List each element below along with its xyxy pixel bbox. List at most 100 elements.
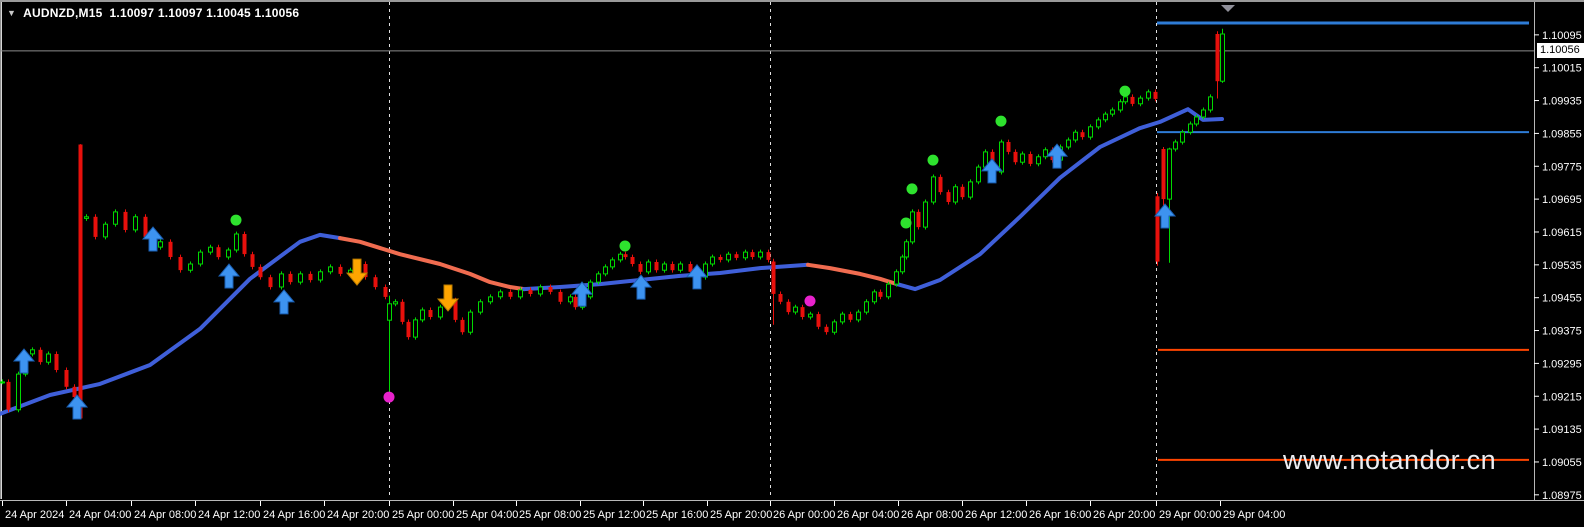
candle-bearish xyxy=(400,301,405,322)
x-axis-label: 26 Apr 08:00 xyxy=(901,509,963,521)
candle-bearish xyxy=(778,294,783,302)
candle-bullish xyxy=(1138,97,1143,105)
candle-bullish xyxy=(832,321,837,333)
watermark-text: www.notandor.cn xyxy=(1283,445,1497,475)
candle-bullish xyxy=(393,301,398,305)
y-axis-label: 1.09135 xyxy=(1542,424,1582,436)
candle-bullish xyxy=(1201,109,1206,118)
candle-bullish xyxy=(103,223,108,238)
y-axis-label: 1.09455 xyxy=(1542,293,1582,305)
candle-bearish xyxy=(1080,132,1085,138)
candle-bullish xyxy=(1173,141,1178,150)
candle-bearish xyxy=(1028,154,1033,164)
green-dot-signal-icon xyxy=(900,217,912,229)
candle-bearish xyxy=(638,264,643,272)
candle-bullish xyxy=(0,381,5,384)
candle-bullish xyxy=(968,181,973,198)
candle-bullish xyxy=(596,273,601,283)
candle-bearish xyxy=(824,326,829,333)
candle-bullish xyxy=(1020,153,1025,163)
candle-bearish xyxy=(242,234,247,255)
y-axis-label: 1.09615 xyxy=(1542,227,1582,239)
mt4-chart-window: ▼ AUDNZD,M15 1.10097 1.10097 1.10045 1.10… xyxy=(0,0,1584,527)
green-dot-signal-icon xyxy=(1119,85,1131,97)
candle-bullish xyxy=(208,246,213,253)
green-dot-signal-icon xyxy=(906,183,918,195)
candle-bearish xyxy=(38,349,43,363)
candle-bearish xyxy=(78,144,83,419)
candle-bullish xyxy=(999,141,1004,173)
candle-bearish xyxy=(938,176,943,193)
candle-bearish xyxy=(1013,151,1018,163)
candle-bullish xyxy=(618,253,623,261)
candle-bullish xyxy=(678,263,683,271)
candle-bullish xyxy=(662,263,667,271)
current-price-tag: 1.10056 xyxy=(1537,43,1584,58)
candle-bearish xyxy=(72,386,77,398)
candle-bearish xyxy=(216,247,221,258)
candle-bullish xyxy=(793,306,798,313)
buy-signal-arrow-icon xyxy=(1045,143,1069,169)
candle-bullish xyxy=(900,256,905,273)
candle-bullish xyxy=(279,273,284,288)
candle-bearish xyxy=(64,370,69,387)
moving-average-blue xyxy=(895,107,1224,292)
candle-bullish xyxy=(518,289,523,298)
x-axis-label: 26 Apr 16:00 xyxy=(1029,509,1091,521)
candle-bearish xyxy=(178,257,183,271)
candle-bearish xyxy=(93,216,98,237)
moving-average-orange xyxy=(806,262,899,287)
candle-bullish xyxy=(498,291,503,298)
candle-bullish xyxy=(610,259,615,268)
y-axis-label: 1.10015 xyxy=(1542,63,1582,75)
candle-bullish xyxy=(1208,96,1213,111)
x-axis-label: 25 Apr 12:00 xyxy=(583,509,645,521)
green-dot-signal-icon xyxy=(927,154,939,166)
candle-bullish xyxy=(113,211,118,225)
y-axis-label: 1.09295 xyxy=(1542,358,1582,370)
y-axis-label: 1.09695 xyxy=(1542,194,1582,206)
candle-bullish xyxy=(710,256,715,265)
x-axis-label: 26 Apr 20:00 xyxy=(1093,509,1155,521)
candle-bearish xyxy=(946,192,951,202)
candle-bearish xyxy=(558,291,563,302)
symbol-dropdown-icon[interactable]: ▼ xyxy=(7,8,16,18)
candle-bullish xyxy=(84,216,89,219)
x-axis-label: 26 Apr 00:00 xyxy=(773,509,835,521)
y-axis-label: 1.09935 xyxy=(1542,96,1582,108)
candle-bearish xyxy=(623,254,628,258)
candle-bullish xyxy=(588,281,593,298)
y-axis-label: 1.10095 xyxy=(1542,30,1582,42)
candle-bullish xyxy=(1167,148,1172,200)
candle-bearish xyxy=(288,273,293,283)
ohlc-values: 1.10097 1.10097 1.10045 1.10056 xyxy=(109,6,300,20)
candle-bearish xyxy=(460,319,465,333)
candle-bullish xyxy=(1096,119,1101,128)
candle-bullish xyxy=(923,201,928,228)
candle-bullish xyxy=(910,211,915,243)
candle-bearish xyxy=(916,211,921,228)
y-axis-label: 1.09775 xyxy=(1542,161,1582,173)
candle-bearish xyxy=(718,257,723,260)
candle-bullish xyxy=(298,273,303,283)
x-axis-label: 24 Apr 20:00 xyxy=(327,509,389,521)
x-axis-label: 26 Apr 04:00 xyxy=(837,509,899,521)
candle-bearish xyxy=(1155,196,1160,262)
buy-signal-arrow-icon xyxy=(65,394,89,420)
candle-bearish xyxy=(630,257,635,264)
candle-bullish xyxy=(568,296,573,303)
candle-bearish xyxy=(878,291,883,297)
candle-bearish xyxy=(771,261,776,294)
candle-bearish xyxy=(1006,142,1011,152)
candle-bullish xyxy=(387,303,392,321)
chart-title: ▼ AUDNZD,M15 1.10097 1.10097 1.10045 1.10… xyxy=(7,6,299,20)
x-axis-label: 25 Apr 04:00 xyxy=(456,509,518,521)
candle-bearish xyxy=(268,277,273,288)
candle-bullish xyxy=(16,373,21,411)
object-anchor-triangle-icon xyxy=(1221,5,1235,12)
candle-bullish xyxy=(488,296,493,303)
candle-bullish xyxy=(726,253,731,261)
candle-bearish xyxy=(54,354,59,370)
x-axis-label: 29 Apr 00:00 xyxy=(1159,509,1221,521)
candle-bearish xyxy=(123,211,128,230)
